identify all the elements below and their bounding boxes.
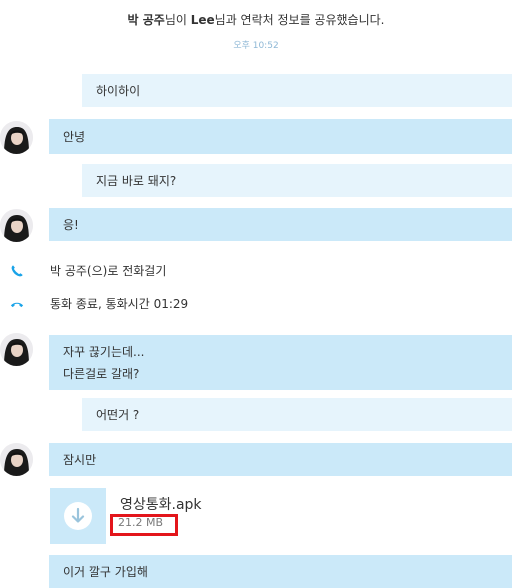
message-text-line: 다른걸로 갈래? [63, 366, 140, 381]
notice-tail: 님과 연락처 정보를 공유했습니다. [214, 13, 385, 27]
avatar[interactable] [0, 209, 33, 242]
highlight-box [110, 514, 178, 536]
call-start-row[interactable]: 박 공주(으)로 전화걸기 [10, 262, 166, 279]
notice-timestamp: 오후 10:52 [233, 41, 279, 51]
download-button[interactable] [64, 502, 92, 530]
avatar[interactable] [0, 121, 33, 154]
call-start-label: 박 공주(으)로 전화걸기 [50, 264, 167, 278]
notice-mid: 님이 [164, 13, 191, 27]
message-outgoing[interactable]: 어떤거 ? [82, 398, 512, 431]
avatar[interactable] [0, 333, 33, 366]
system-notice: 박 공주님이 Lee님과 연락처 정보를 공유했습니다. [0, 11, 512, 28]
call-end-label: 통화 종료, 통화시간 01:29 [50, 297, 189, 311]
message-text: 안녕 [63, 129, 86, 144]
download-icon [71, 507, 85, 523]
message-text: 이거 깔구 가입해 [63, 564, 148, 579]
message-outgoing[interactable]: 지금 바로 돼지? [82, 164, 512, 197]
message-text: 지금 바로 돼지? [96, 173, 177, 188]
message-incoming[interactable]: 응! [49, 208, 512, 241]
notice-user: 박 공주 [127, 13, 165, 27]
message-incoming[interactable]: 이거 깔구 가입해 [49, 555, 512, 588]
message-text: 응! [63, 217, 79, 232]
message-incoming[interactable]: 안녕 [49, 119, 512, 154]
message-text: 잠시만 [63, 452, 97, 467]
message-outgoing[interactable]: 하이하이 [82, 74, 512, 107]
message-text: 하이하이 [96, 83, 141, 98]
avatar-image [0, 209, 33, 242]
avatar[interactable] [0, 443, 33, 476]
notice-user2: Lee [190, 13, 215, 27]
message-text-line: 자꾸 끊기는데... [63, 344, 145, 359]
message-incoming[interactable]: 잠시만 [49, 443, 512, 476]
message-incoming[interactable]: 자꾸 끊기는데... 다른걸로 갈래? [49, 335, 512, 390]
phone-icon [11, 264, 23, 276]
message-text: 어떤거 ? [96, 407, 140, 422]
call-end-row[interactable]: 통화 종료, 통화시간 01:29 [10, 295, 188, 312]
phone-hangup-icon [10, 302, 24, 307]
avatar-image [0, 333, 33, 366]
avatar-image [0, 121, 33, 154]
file-name[interactable]: 영상통화.apk [120, 494, 202, 514]
file-download-card[interactable] [50, 488, 106, 544]
avatar-image [0, 443, 33, 476]
